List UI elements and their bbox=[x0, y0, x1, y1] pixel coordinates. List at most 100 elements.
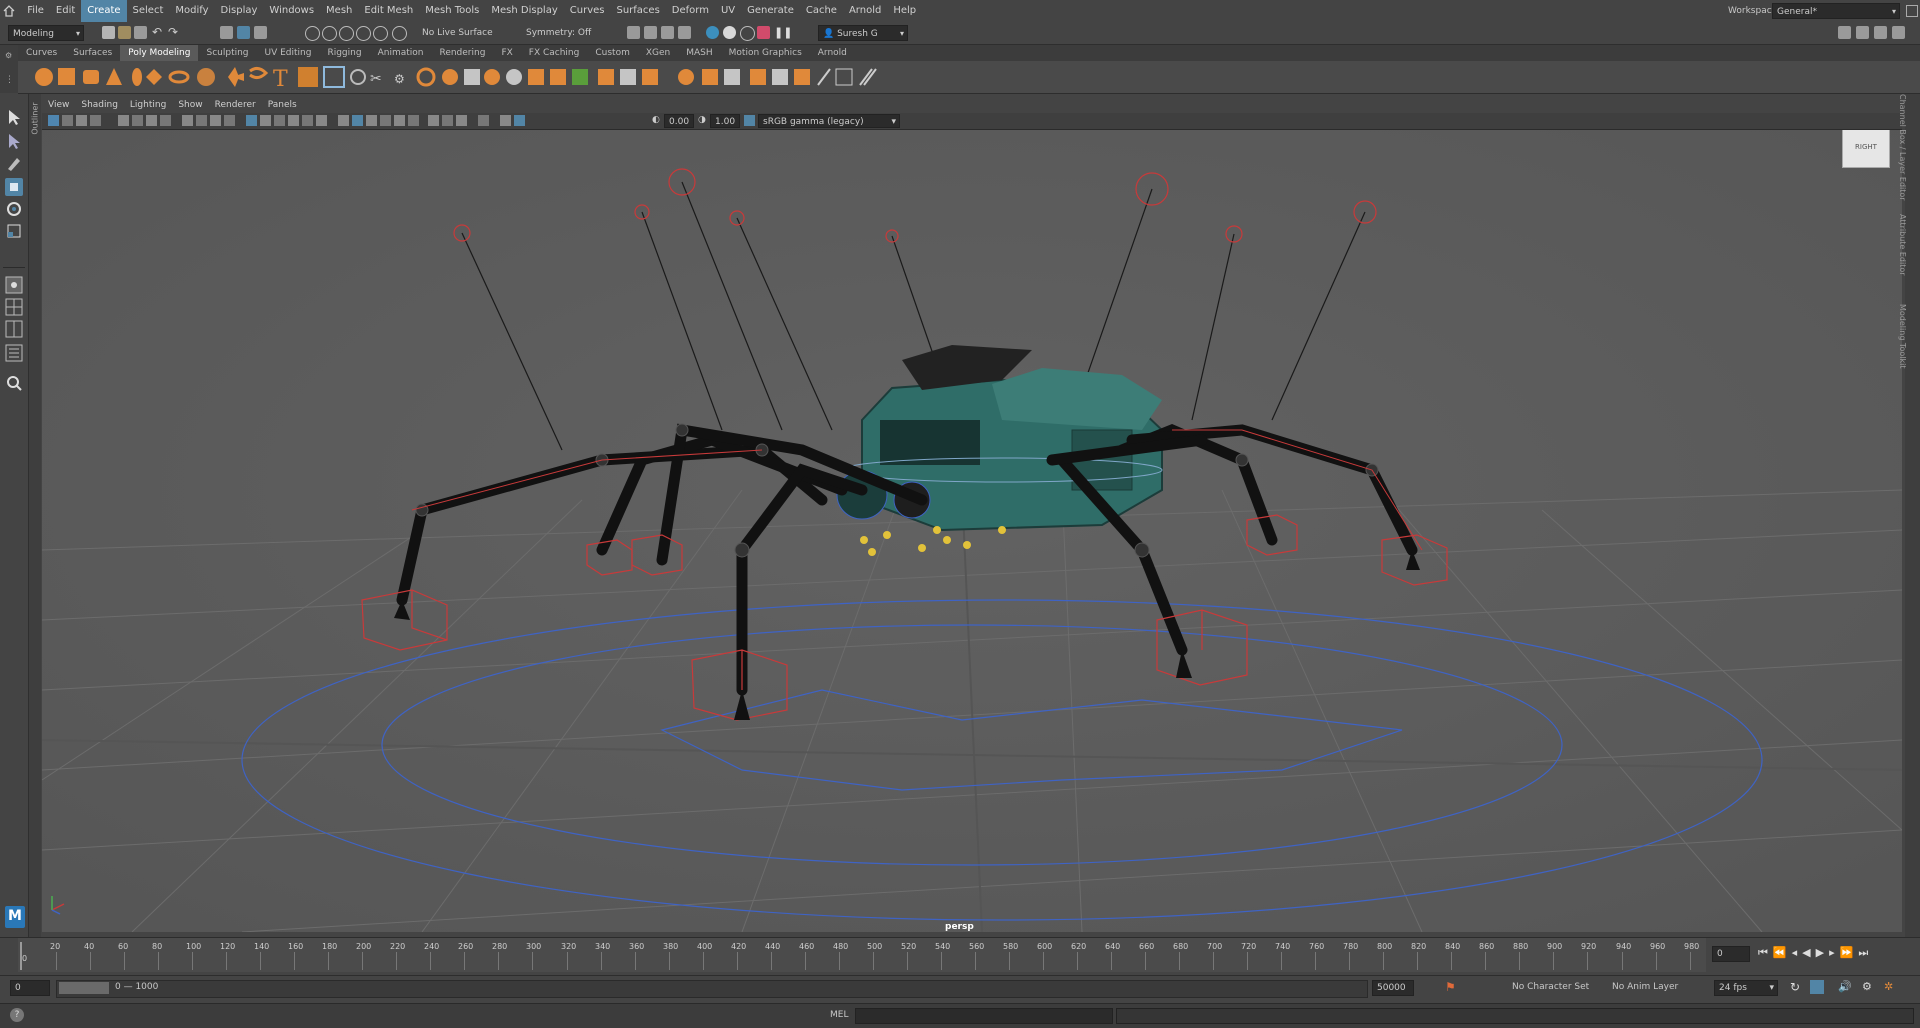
paint-select-tool-icon[interactable] bbox=[5, 154, 23, 172]
gamma-field[interactable]: 1.00 bbox=[710, 114, 740, 128]
fill-hole-icon[interactable] bbox=[620, 69, 636, 85]
reduce-icon[interactable] bbox=[442, 69, 458, 85]
panel-menu-panels[interactable]: Panels bbox=[262, 97, 303, 113]
home-icon[interactable] bbox=[0, 0, 18, 22]
save-scene-icon[interactable] bbox=[134, 26, 147, 39]
snap-surface-icon[interactable] bbox=[373, 26, 388, 41]
combine-icon[interactable]: ✂ bbox=[370, 71, 382, 87]
mirror-icon[interactable] bbox=[350, 69, 366, 85]
outliner-strip[interactable]: Outliner bbox=[29, 94, 41, 954]
shelf-tab-arnold[interactable]: Arnold bbox=[810, 45, 855, 61]
step-forward-key-icon[interactable]: ⏩ bbox=[1840, 946, 1859, 959]
sound-icon[interactable]: 🔊 bbox=[1838, 980, 1852, 993]
view-cube[interactable]: RIGHT bbox=[1842, 130, 1890, 168]
step-forward-frame-icon[interactable]: ▸ bbox=[1829, 946, 1840, 959]
viewport-scene[interactable] bbox=[42, 130, 1902, 932]
select-tool-icon[interactable] bbox=[5, 108, 23, 126]
menu-arnold[interactable]: Arnold bbox=[843, 0, 887, 22]
single-perspective-layout-icon[interactable] bbox=[5, 276, 23, 294]
menu-modify[interactable]: Modify bbox=[169, 0, 214, 22]
hypershade-icon[interactable] bbox=[706, 26, 719, 39]
panel-menu-shading[interactable]: Shading bbox=[75, 97, 124, 113]
menu-edit-mesh[interactable]: Edit Mesh bbox=[358, 0, 419, 22]
bridge-icon[interactable] bbox=[550, 69, 566, 85]
make-live-icon[interactable] bbox=[392, 26, 407, 41]
menu-mesh[interactable]: Mesh bbox=[320, 0, 358, 22]
current-time-indicator[interactable] bbox=[20, 942, 22, 970]
retopo-icon[interactable] bbox=[506, 69, 522, 85]
shelf-tab-rigging[interactable]: Rigging bbox=[319, 45, 369, 61]
current-frame-field[interactable]: 0 bbox=[1712, 946, 1750, 962]
loop-icon[interactable]: ↻ bbox=[1790, 980, 1800, 994]
menu-edit[interactable]: Edit bbox=[50, 0, 81, 22]
type-tool-icon[interactable]: T bbox=[273, 67, 288, 92]
extract-icon[interactable]: ⚙ bbox=[394, 72, 405, 86]
help-icon[interactable]: ? bbox=[10, 1008, 24, 1022]
modeling-toolkit-icon[interactable] bbox=[1838, 26, 1851, 39]
poly-primitive-icons[interactable] bbox=[35, 68, 190, 86]
bake-icon[interactable]: ✲ bbox=[1884, 980, 1893, 993]
render-frame-icon[interactable] bbox=[644, 26, 657, 39]
undo-icon[interactable]: ↶ bbox=[152, 26, 165, 39]
time-ruler[interactable]: 0 20 40 60 80 100 120 140 160 180 200 220 240 260 280… bbox=[18, 938, 1706, 972]
shelf-tab-uv-editing[interactable]: UV Editing bbox=[257, 45, 320, 61]
remesh-icon[interactable] bbox=[484, 69, 500, 85]
panel-menu-lighting[interactable]: Lighting bbox=[124, 97, 172, 113]
shelf-tab-animation[interactable]: Animation bbox=[370, 45, 432, 61]
step-back-frame-icon[interactable]: ◂ bbox=[1792, 946, 1803, 959]
shelf-tab-fx-caching[interactable]: FX Caching bbox=[521, 45, 588, 61]
gear-icon[interactable]: ⚙ bbox=[5, 51, 12, 60]
menu-cache[interactable]: Cache bbox=[800, 0, 843, 22]
snap-point-icon[interactable] bbox=[339, 26, 354, 41]
multi-cut-icon[interactable] bbox=[642, 69, 658, 85]
menu-windows[interactable]: Windows bbox=[263, 0, 320, 22]
superellipse-icon[interactable] bbox=[197, 68, 215, 86]
shelf-tab-motion-graphics[interactable]: Motion Graphics bbox=[721, 45, 810, 61]
shelf-tab-curves[interactable]: Curves bbox=[18, 45, 65, 61]
new-scene-icon[interactable] bbox=[102, 26, 115, 39]
workspace-dropdown[interactable]: General* ▾ bbox=[1772, 3, 1900, 19]
snap-curve-icon[interactable] bbox=[322, 26, 337, 41]
tool-settings-icon[interactable] bbox=[1874, 26, 1887, 39]
step-back-key-icon[interactable]: ⏪ bbox=[1773, 946, 1792, 959]
modeling-toolkit-tab[interactable]: Modeling Toolkit bbox=[1898, 304, 1907, 368]
select-component-icon[interactable] bbox=[254, 26, 267, 39]
open-scene-icon[interactable] bbox=[118, 26, 131, 39]
menu-file[interactable]: File bbox=[21, 0, 50, 22]
go-to-start-icon[interactable]: ⏮ bbox=[1758, 946, 1773, 959]
menu-uv[interactable]: UV bbox=[715, 0, 741, 22]
shelf-tab-poly-modeling[interactable]: Poly Modeling bbox=[120, 45, 199, 61]
rotate-tool-icon[interactable] bbox=[5, 200, 23, 218]
freeze-transform-icon[interactable] bbox=[794, 69, 810, 85]
anim-prefs-icon[interactable]: ⚙ bbox=[1862, 980, 1872, 993]
slide-edge-icon[interactable] bbox=[750, 69, 766, 85]
select-object-icon[interactable] bbox=[237, 26, 250, 39]
shelf-options-icon[interactable]: ⋮ bbox=[5, 75, 14, 85]
sweep-mesh-icon[interactable] bbox=[228, 67, 244, 87]
target-weld-icon[interactable] bbox=[678, 69, 694, 85]
lasso-tool-icon[interactable] bbox=[5, 132, 23, 150]
anim-layer-label[interactable]: No Anim Layer bbox=[1612, 982, 1678, 992]
svg-tool-icon[interactable] bbox=[298, 67, 318, 87]
go-to-end-icon[interactable]: ⏭ bbox=[1858, 946, 1873, 959]
script-language-label[interactable]: MEL bbox=[830, 1010, 848, 1020]
exposure-field[interactable]: 0.00 bbox=[664, 114, 694, 128]
arnold-ipr-icon[interactable] bbox=[740, 26, 755, 41]
panel-menu-view[interactable]: View bbox=[42, 97, 75, 113]
menu-generate[interactable]: Generate bbox=[741, 0, 800, 22]
channel-box-tab[interactable]: Channel Box / Layer Editor bbox=[1898, 94, 1907, 201]
render-view-icon[interactable] bbox=[627, 26, 640, 39]
select-hierarchy-icon[interactable] bbox=[220, 26, 233, 39]
outliner-layout-icon[interactable] bbox=[5, 344, 23, 362]
four-view-layout-icon[interactable] bbox=[5, 298, 23, 316]
redo-icon[interactable]: ↷ bbox=[168, 26, 181, 39]
append-icon[interactable] bbox=[598, 69, 614, 85]
soft-select-icon[interactable] bbox=[859, 68, 877, 86]
connect-icon[interactable] bbox=[702, 69, 718, 85]
attribute-editor-icon[interactable] bbox=[1856, 26, 1869, 39]
extrude-icon[interactable] bbox=[528, 69, 544, 85]
render-settings-icon[interactable] bbox=[678, 26, 691, 39]
menu-deform[interactable]: Deform bbox=[666, 0, 715, 22]
two-view-layout-icon[interactable] bbox=[5, 320, 23, 338]
live-surface-field[interactable]: No Live Surface bbox=[418, 25, 510, 41]
